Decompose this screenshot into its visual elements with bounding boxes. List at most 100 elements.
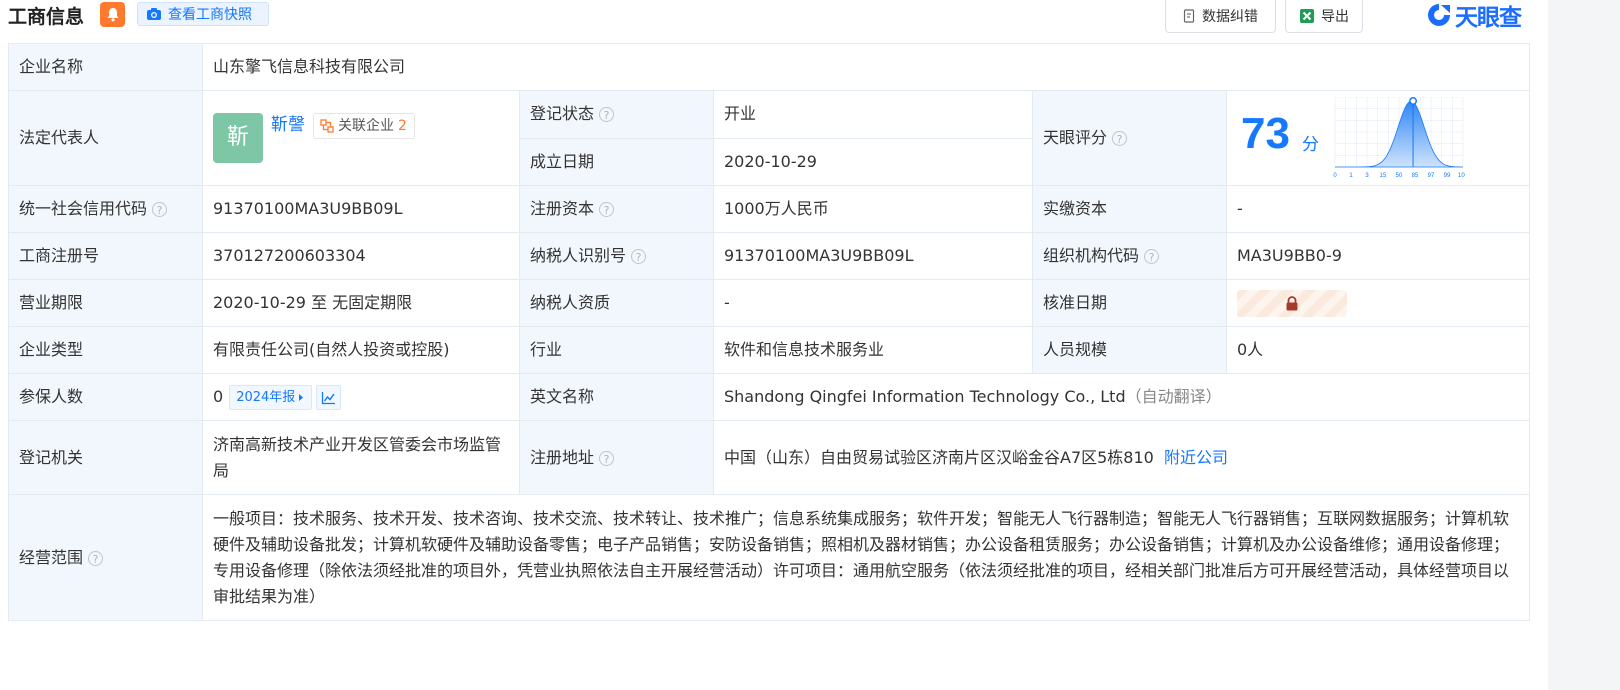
credit-code-label: 统一社会信用代码 [19,199,148,218]
paid-capital: - [1225,185,1531,233]
english-name-cell: Shandong Qingfei Information Technology … [712,373,1531,421]
taxpayer-qual: - [713,279,1033,327]
annual-report-label: 2024年报 [236,389,296,405]
related-companies-label: 关联企业 [338,118,394,134]
staff-size: 0人 [1225,326,1531,374]
section-header: 工商信息 查看工商快照 数据纠错 导出 天眼查 [0,0,1548,40]
help-icon[interactable]: ? [599,107,615,123]
camera-icon [147,8,161,20]
help-icon[interactable]: ? [599,450,615,466]
approve-date-cell [1225,279,1531,327]
legal-rep-avatar[interactable]: 靳 [213,113,263,163]
term-label: 营业期限 [8,279,203,327]
table-row: 营业期限 2020-10-29 至 无固定期限 纳税人资质 - 核准日期 [8,279,1531,327]
english-name: Shandong Qingfei Information Technology … [724,387,1126,406]
industry: 软件和信息技术服务业 [713,326,1033,374]
table-row: 法定代表人 靳 靳謦 关联企业 2 登记状态? 开业 天眼评分? 73 分 0 1… [8,90,1531,186]
taxpayer-id-label-cell: 纳税人识别号? [519,232,714,280]
business-scope: 一般项目：技术服务、技术开发、技术咨询、技术交流、技术转让、技术推广；信息系统集… [201,494,1531,621]
taxpayer-id-label: 纳税人识别号 [530,246,627,265]
type-label: 企业类型 [8,326,203,374]
score-label: 天眼评分 [1043,128,1108,147]
excel-icon [1300,9,1314,23]
tick-label: 50 [1396,173,1403,179]
org-code-label-cell: 组织机构代码? [1032,232,1227,280]
taxpayer-qual-label: 纳税人资质 [519,279,714,327]
help-icon[interactable]: ? [599,202,615,217]
type: 有限责任公司(自然人投资或控股) [202,326,520,374]
help-icon[interactable]: ? [88,550,104,566]
address-label: 注册地址 [530,447,595,467]
reg-no-label: 工商注册号 [8,232,203,280]
export-label: 导出 [1321,9,1349,25]
table-row: 统一社会信用代码? 91370100MA3U9BB09L 注册资本? 1000万… [8,185,1531,233]
est-date-label: 成立日期 [519,137,714,186]
logo-text: 天眼查 [1455,5,1522,31]
trend-chart-button[interactable] [316,385,342,410]
related-companies-count: 2 [398,118,407,134]
help-icon[interactable]: ? [152,202,168,217]
data-correction-button[interactable]: 数据纠错 [1165,0,1276,33]
nearby-companies-link[interactable]: 附近公司 [1164,448,1228,467]
authority: 济南高新技术产业开发区管委会市场监管局 [202,420,520,495]
tick-label: 1 [1349,173,1353,179]
reg-status-label: 登记状态 [530,104,595,124]
legal-rep-name-link[interactable]: 靳謦 [271,113,305,137]
table-row: 工商注册号 370127200603304 纳税人识别号? 91370100MA… [8,232,1531,280]
term: 2020-10-29 至 无固定期限 [202,279,520,327]
address-label-cell: 注册地址? [519,420,714,495]
lock-icon [1286,295,1298,310]
table-row: 登记机关 济南高新技术产业开发区管委会市场监管局 注册地址? 中国（山东）自由贸… [8,420,1531,495]
authority-label: 登记机关 [8,420,203,495]
tick-label: 0 [1333,173,1337,179]
help-icon[interactable]: ? [1144,249,1160,264]
reg-status: 开业 [713,90,1033,139]
help-icon[interactable]: ? [631,249,647,264]
score-label-cell: 天眼评分? [1032,90,1227,186]
table-row: 企业类型 有限责任公司(自然人投资或控股) 行业 软件和信息技术服务业 人员规模… [8,326,1531,374]
address: 中国（山东）自由贸易试验区济南片区汉峪金谷A7区5栋810 [724,447,1154,467]
help-icon[interactable]: ? [1112,131,1128,146]
credit-code: 91370100MA3U9BB09L [202,185,520,233]
section-title: 工商信息 [8,6,85,28]
score-value: 73 [1241,109,1290,158]
scope-label-cell: 经营范围? [8,494,203,621]
paid-capital-label: 实缴资本 [1032,185,1227,233]
export-button[interactable]: 导出 [1285,0,1363,33]
score-marker-dot [1409,97,1418,105]
reg-status-label-cell: 登记状态? [519,90,714,139]
staff-size-label: 人员规模 [1032,326,1227,374]
locked-value[interactable] [1237,289,1347,317]
tick-label: 97 [1428,173,1435,179]
line-chart-icon [322,391,336,404]
tick-label: 99 [1444,173,1451,179]
score-cell[interactable]: 73 分 0 1 3 15 50 85 97 99 100 [1225,90,1531,186]
tick-label: 15 [1380,173,1387,179]
reg-capital-label-cell: 注册资本? [519,185,714,233]
tick-label: 85 [1412,173,1419,179]
page-side-background [1548,0,1620,690]
bell-icon[interactable] [100,2,125,27]
legal-rep-cell: 靳 靳謦 关联企业 2 [202,90,520,186]
table-row: 经营范围? 一般项目：技术服务、技术开发、技术咨询、技术交流、技术转让、技术推广… [8,494,1531,621]
insured-count: 0 [213,387,224,406]
credit-code-label-cell: 统一社会信用代码? [8,185,203,233]
reg-capital: 1000万人民币 [713,185,1033,233]
view-snapshot-button[interactable]: 查看工商快照 [137,2,269,26]
annual-report-button[interactable]: 2024年报 [229,385,313,410]
relation-icon [320,119,334,133]
org-code-label: 组织机构代码 [1043,246,1140,265]
org-code: MA3U9BB0-9 [1225,232,1531,280]
related-companies-button[interactable]: 关联企业 2 [313,113,415,139]
score-unit: 分 [1302,135,1319,155]
view-snapshot-label: 查看工商快照 [168,7,252,23]
address-cell: 中国（山东）自由贸易试验区济南片区汉峪金谷A7区5栋810 附近公司 [712,420,1531,495]
approve-date-label: 核准日期 [1032,279,1227,327]
edit-document-icon [1183,9,1195,23]
score-distribution-chart: 0 1 3 15 50 85 97 99 100 [1333,97,1465,179]
company-name: 山东擎飞信息科技有限公司 [201,43,1531,91]
reg-no: 370127200603304 [202,232,520,280]
est-date: 2020-10-29 [713,137,1033,186]
tick-label: 100 [1458,173,1465,179]
auto-translate-note: （自动翻译） [1125,387,1222,406]
